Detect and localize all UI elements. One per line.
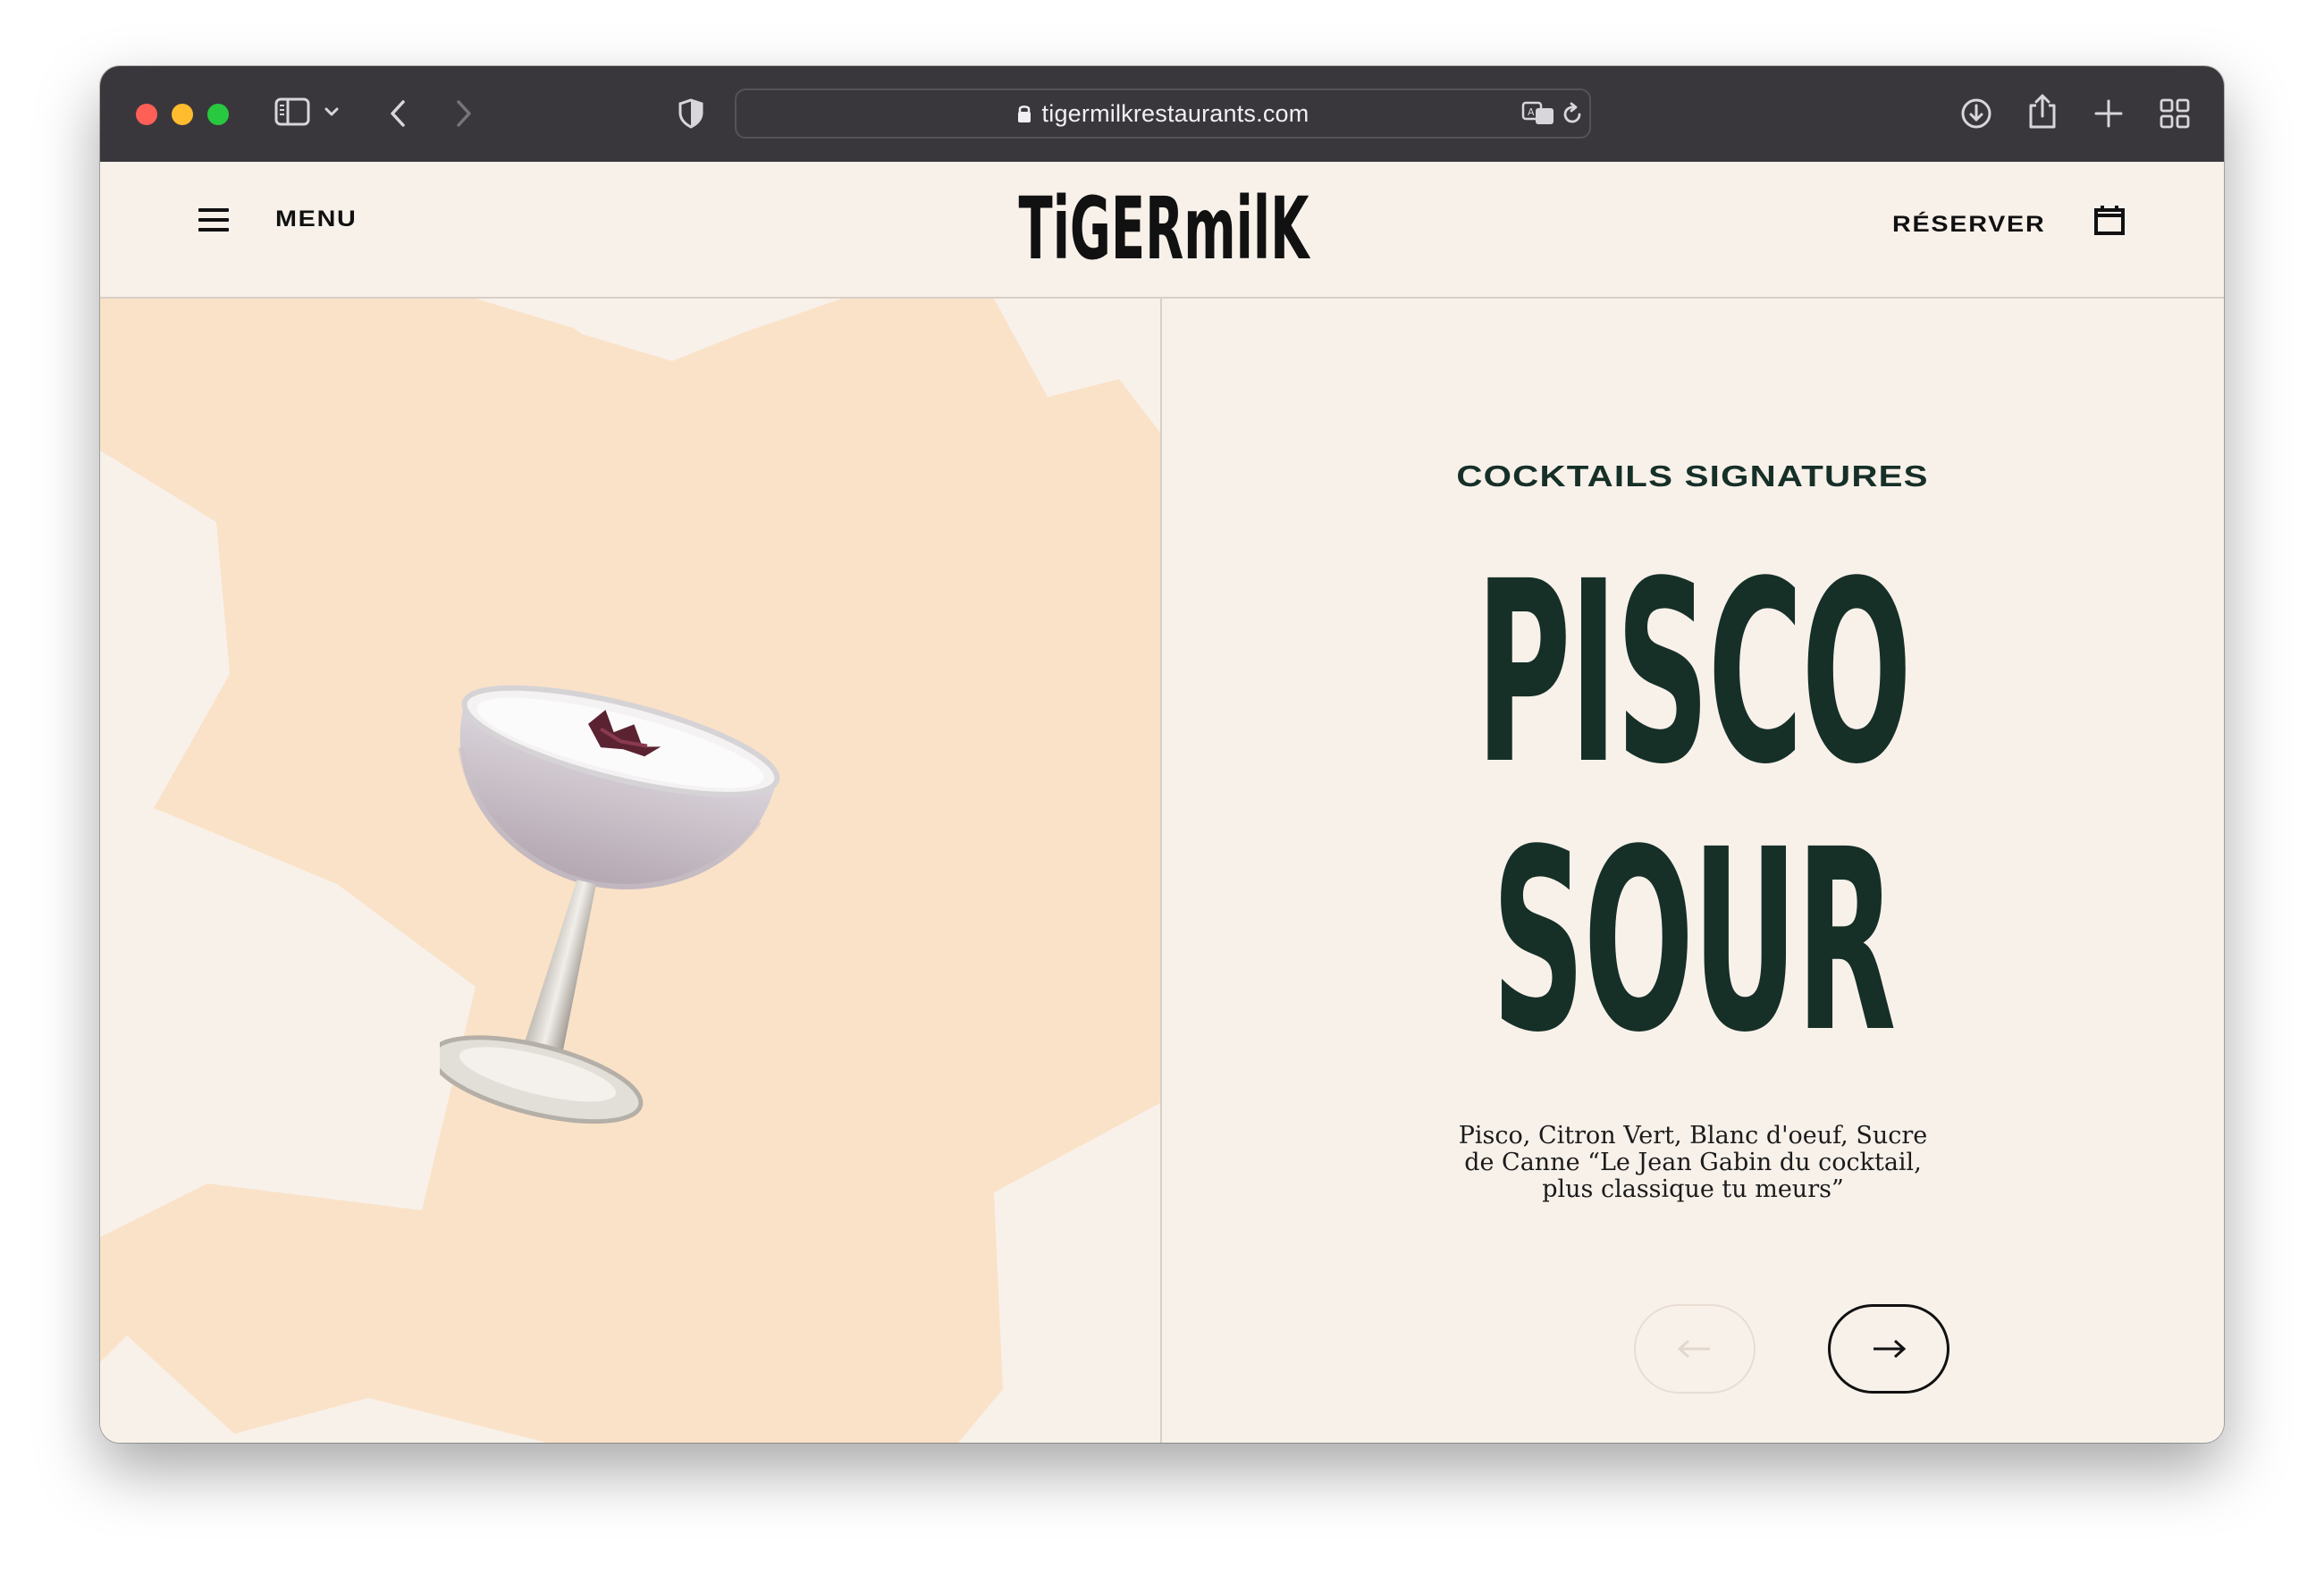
hamburger-icon: [198, 207, 229, 232]
browser-window: tigermilkrestaurants.com A MENU TiGERmil…: [100, 66, 2224, 1443]
previous-button[interactable]: [1634, 1304, 1756, 1394]
next-button[interactable]: [1828, 1304, 1949, 1394]
back-icon[interactable]: [388, 98, 408, 129]
product-description: Pisco, Citron Vert, Blanc d'oeuf, Sucre …: [1458, 1122, 1928, 1203]
menu-button[interactable]: MENU: [198, 206, 356, 232]
reload-icon[interactable]: [1561, 102, 1584, 127]
category-label: COCKTAILS SIGNATURES: [1456, 459, 1930, 493]
logo-text: TiGERmilK: [1019, 187, 1311, 276]
chevron-down-icon[interactable]: [324, 105, 340, 118]
site-header: MENU TiGERmilK RÉSERVER: [100, 162, 2224, 299]
cocktail-glass-image: [440, 685, 780, 1124]
url-text: tigermilkrestaurants.com: [1041, 99, 1309, 127]
arrow-left-icon: [1677, 1339, 1710, 1359]
download-icon[interactable]: [1959, 97, 1993, 131]
translate-icon[interactable]: A: [1521, 101, 1555, 126]
privacy-shield-icon[interactable]: [678, 98, 704, 129]
product-category: COCKTAILS SIGNATURES: [1162, 459, 2224, 493]
close-window-button[interactable]: [136, 104, 157, 125]
share-icon[interactable]: [2027, 93, 2058, 131]
product-title: PISCO SOUR: [1162, 540, 2224, 1076]
title-line-1: PISCO: [1476, 528, 1912, 820]
tigermilk-logo[interactable]: TiGERmilK: [1016, 187, 1311, 276]
minimize-window-button[interactable]: [172, 104, 193, 125]
arrow-right-icon: [1874, 1339, 1907, 1359]
new-tab-icon[interactable]: [2093, 98, 2124, 129]
tab-overview-icon[interactable]: [2160, 98, 2190, 129]
title-line-2: SOUR: [1491, 796, 1897, 1088]
menu-label: MENU: [275, 206, 358, 232]
reserve-link[interactable]: RÉSERVER: [1892, 212, 2045, 238]
address-bar[interactable]: tigermilkrestaurants.com A: [735, 88, 1591, 139]
svg-text:A: A: [1528, 106, 1535, 118]
lock-icon: [1017, 104, 1031, 123]
browser-toolbar: tigermilkrestaurants.com A: [100, 66, 2224, 162]
product-image-panel: [100, 299, 1160, 1443]
product-info-panel: COCKTAILS SIGNATURES PISCO SOUR Pisco, C…: [1162, 299, 2224, 1443]
forward-icon[interactable]: [454, 98, 474, 129]
zoom-window-button[interactable]: [207, 104, 229, 125]
calendar-icon[interactable]: [2093, 204, 2126, 240]
sidebar-toggle-icon[interactable]: [274, 97, 310, 127]
